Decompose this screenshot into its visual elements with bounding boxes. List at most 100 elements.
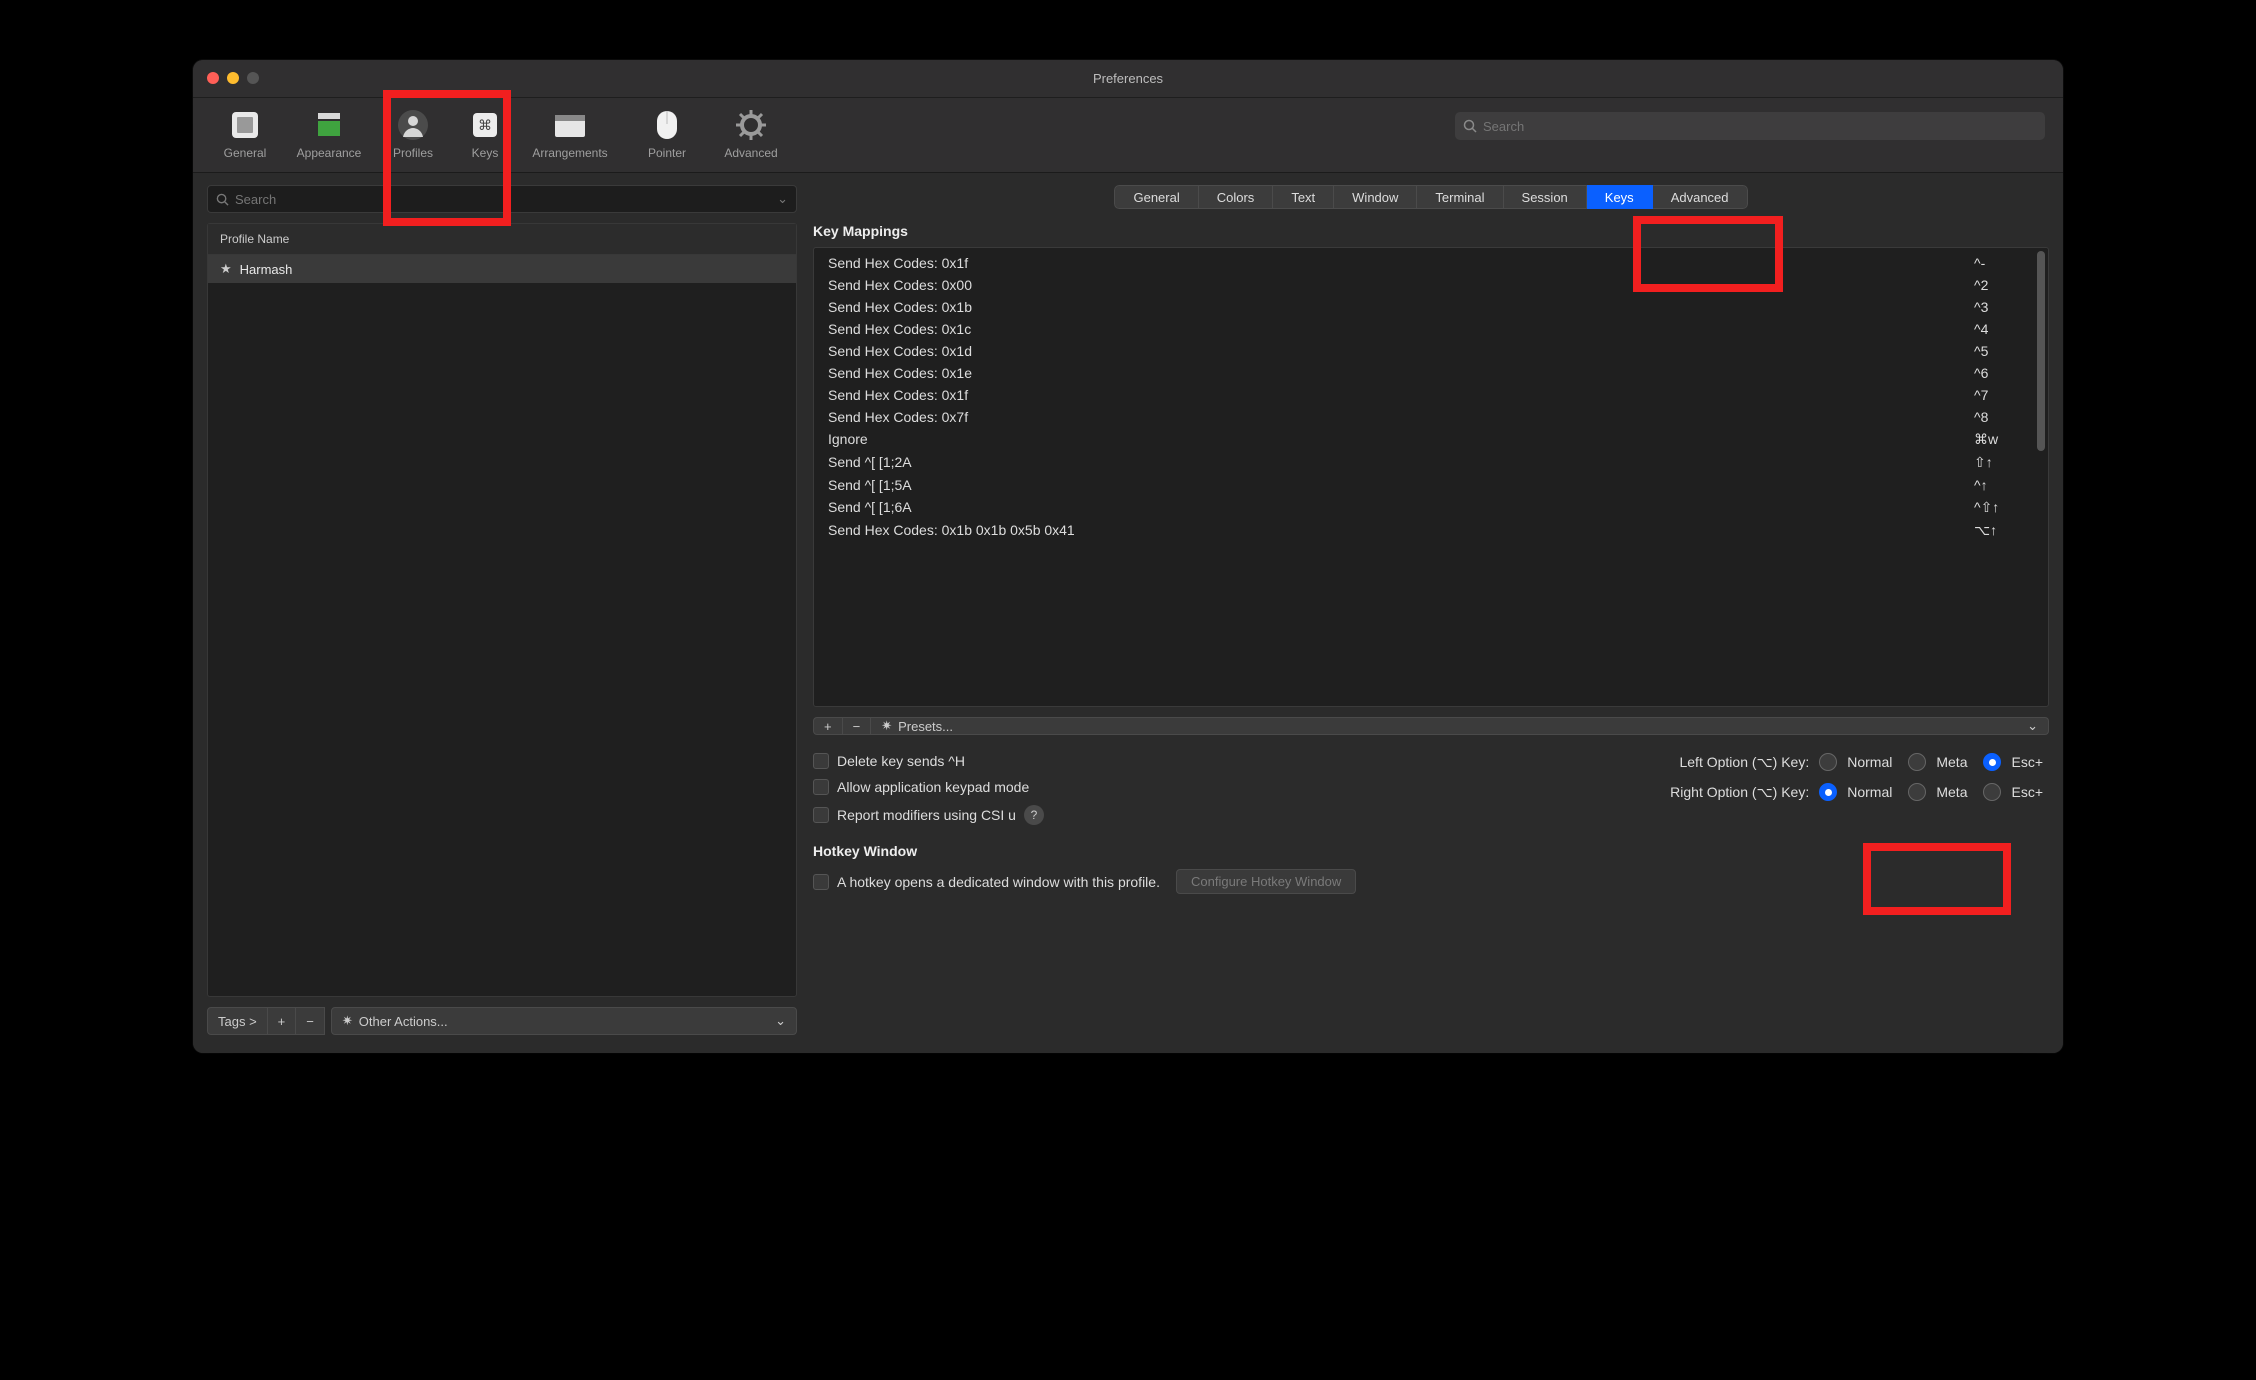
mapping-shortcut: ⇧↑ [1974,454,2034,471]
advanced-gear-icon [734,110,768,140]
chevron-down-icon[interactable]: ⌄ [777,191,788,207]
tab-general[interactable]: General [1114,185,1198,209]
mapping-row[interactable]: Send ^[ [1;6A^⇧↑ [814,496,2048,519]
tags-button[interactable]: Tags > [207,1007,268,1035]
toolbar-label: Appearance [297,146,362,160]
key-mappings-title: Key Mappings [813,223,2049,239]
right-option-normal[interactable] [1819,783,1837,801]
tab-session[interactable]: Session [1504,185,1587,209]
key-mappings-table[interactable]: Send Hex Codes: 0x1f^-Send Hex Codes: 0x… [813,247,2049,707]
mapping-action: Send Hex Codes: 0x1b [828,299,1974,315]
arrangements-icon [553,110,587,140]
mapping-row[interactable]: Send Hex Codes: 0x1b 0x1b 0x5b 0x41⌥↑ [814,519,2048,542]
profile-tabs: GeneralColorsTextWindowTerminalSessionKe… [813,185,2049,209]
sidebar-bottom-bar: Tags > + − ✷ Other Actions... ⌄ [207,1007,797,1035]
window-controls [207,72,259,84]
mapping-row[interactable]: Send ^[ [1;5A^↑ [814,474,2048,496]
help-icon[interactable]: ? [1024,805,1044,825]
configure-hotkey-button: Configure Hotkey Window [1176,869,1356,894]
presets-dropdown[interactable]: ✷ Presets... ⌄ [871,717,2049,735]
mapping-row[interactable]: Send Hex Codes: 0x00^2 [814,274,2048,296]
toolbar-item-pointer[interactable]: Pointer [625,106,709,160]
mapping-shortcut: ^3 [1974,299,2034,315]
mapping-controls: + − ✷ Presets... ⌄ [813,717,2049,735]
zoom-button[interactable] [247,72,259,84]
tab-colors[interactable]: Colors [1199,185,1274,209]
checkbox-app-keypad[interactable]: Allow application keypad mode [813,779,1044,795]
profile-list: Profile Name ★ Harmash [207,223,797,997]
mapping-action: Send Hex Codes: 0x1f [828,255,1974,271]
scrollbar[interactable] [2037,251,2045,451]
mapping-shortcut: ^6 [1974,365,2034,381]
toolbar-label: Arrangements [532,146,607,160]
mapping-shortcut: ^- [1974,255,2034,271]
left-option-normal[interactable] [1819,753,1837,771]
close-button[interactable] [207,72,219,84]
tab-window[interactable]: Window [1334,185,1417,209]
mapping-action: Send Hex Codes: 0x00 [828,277,1974,293]
profile-row[interactable]: ★ Harmash [208,255,796,283]
keys-icon: ⌘ [468,110,502,140]
mapping-shortcut: ^2 [1974,277,2034,293]
checkbox-delete-sends-h[interactable]: Delete key sends ^H [813,753,1044,769]
checkbox-hotkey-window[interactable]: A hotkey opens a dedicated window with t… [813,874,1160,890]
toolbar-item-appearance[interactable]: Appearance [287,106,371,160]
left-option-esc[interactable] [1983,753,2001,771]
mapping-shortcut: ⌘w [1974,431,2034,448]
toolbar-label: Advanced [724,146,777,160]
toolbar-item-arrangements[interactable]: Arrangements [515,106,625,160]
sidebar-search-input[interactable] [235,192,771,207]
toolbar-label: Pointer [648,146,686,160]
remove-mapping-button[interactable]: − [843,717,872,735]
profile-list-empty [208,283,796,996]
mapping-shortcut: ^5 [1974,343,2034,359]
tab-keys[interactable]: Keys [1587,185,1653,209]
left-option-label: Left Option (⌥) Key: [1679,754,1809,771]
mapping-row[interactable]: Send Hex Codes: 0x1b^3 [814,296,2048,318]
chevron-down-icon: ⌄ [775,1013,786,1029]
sidebar-search[interactable]: ⌄ [207,185,797,213]
option-key-settings: Left Option (⌥) Key: Normal Meta Esc+ Ri… [1670,753,2049,825]
remove-profile-button[interactable]: − [296,1007,325,1035]
mapping-action: Send ^[ [1;5A [828,477,1974,493]
toolbar-label: Profiles [393,146,433,160]
mapping-row[interactable]: Send ^[ [1;2A⇧↑ [814,451,2048,474]
mapping-action: Send Hex Codes: 0x1d [828,343,1974,359]
appearance-icon [312,110,346,140]
mapping-row[interactable]: Send Hex Codes: 0x7f^8 [814,406,2048,428]
gear-icon: ✷ [342,1013,353,1029]
mapping-action: Ignore [828,431,1974,448]
mapping-row[interactable]: Send Hex Codes: 0x1f^- [814,252,2048,274]
mapping-row[interactable]: Send Hex Codes: 0x1f^7 [814,384,2048,406]
toolbar-item-keys[interactable]: ⌘ Keys [455,106,515,160]
toolbar-search[interactable] [1455,112,2045,140]
checkbox-csi-u[interactable]: Report modifiers using CSI u ? [813,805,1044,825]
toolbar-item-profiles[interactable]: Profiles [371,106,455,160]
minimize-button[interactable] [227,72,239,84]
mapping-shortcut: ^8 [1974,409,2034,425]
mapping-row[interactable]: Send Hex Codes: 0x1d^5 [814,340,2048,362]
other-actions-dropdown[interactable]: ✷ Other Actions... ⌄ [331,1007,797,1035]
chevron-down-icon: ⌄ [2027,718,2038,734]
tab-text[interactable]: Text [1273,185,1334,209]
tab-terminal[interactable]: Terminal [1417,185,1503,209]
preferences-window: Preferences General Appearance Profiles … [193,60,2063,1053]
toolbar-search-input[interactable] [1483,119,2037,134]
body: ⌄ Profile Name ★ Harmash Tags > + − ✷ Ot… [193,173,2063,1053]
right-option-meta[interactable] [1908,783,1926,801]
right-option-esc[interactable] [1983,783,2001,801]
mapping-row[interactable]: Ignore⌘w [814,428,2048,451]
mapping-action: Send Hex Codes: 0x7f [828,409,1974,425]
add-mapping-button[interactable]: + [813,717,843,735]
tab-advanced[interactable]: Advanced [1653,185,1748,209]
mapping-row[interactable]: Send Hex Codes: 0x1c^4 [814,318,2048,340]
add-profile-button[interactable]: + [268,1007,297,1035]
svg-text:⌘: ⌘ [478,117,492,133]
sidebar: ⌄ Profile Name ★ Harmash Tags > + − ✷ Ot… [207,185,797,1035]
toolbar: General Appearance Profiles ⌘ Keys Arran… [193,98,2063,173]
search-icon [1463,119,1477,133]
left-option-meta[interactable] [1908,753,1926,771]
toolbar-item-advanced[interactable]: Advanced [709,106,793,160]
mapping-row[interactable]: Send Hex Codes: 0x1e^6 [814,362,2048,384]
toolbar-item-general[interactable]: General [203,106,287,160]
